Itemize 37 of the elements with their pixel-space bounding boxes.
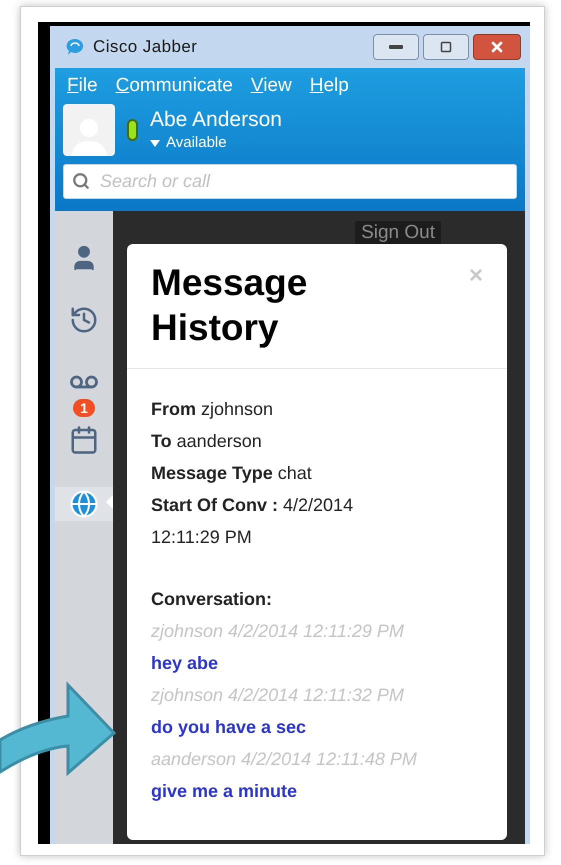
status-dropdown[interactable]: Available [150,133,282,153]
message-meta: aanderson 4/2/2014 12:11:48 PM [151,748,418,771]
menu-item[interactable]: Help [310,74,349,98]
chat-bubble-logo-icon [65,37,85,57]
message-text: do you have a sec [151,716,308,739]
menu-item[interactable]: File [67,74,98,98]
history-icon [69,305,99,335]
menu-item[interactable]: Communicate [116,74,233,98]
close-icon [489,39,505,55]
close-button[interactable] [473,34,521,60]
window-title: Cisco Jabber [93,36,198,58]
user-name: Abe Anderson [150,107,282,133]
message-detail: To aanderson [151,430,263,453]
minimize-icon [389,45,403,49]
message-detail: From zjohnson [151,398,274,421]
globe-icon [69,489,99,519]
sign-out-button[interactable]: Sign Out [355,221,441,244]
menu-item[interactable]: View [250,74,292,98]
dialog-title: Message History [151,261,308,350]
conversation-label: Conversation: [151,588,274,611]
sidebar-tab[interactable]: 1 [55,365,113,419]
close-button[interactable]: × [468,264,483,288]
message-text: hey abe [151,652,220,675]
message-text: give me a minute [151,780,298,803]
message-meta: zjohnson 4/2/2014 12:11:29 PM [151,620,405,643]
dropdown-arrow-icon [150,140,160,146]
minimize-button[interactable] [373,34,419,60]
notification-badge: 1 [73,399,95,417]
message-meta: zjohnson 4/2/2014 12:11:32 PM [151,684,405,707]
message-detail: Message Type chat [151,462,313,485]
search-field[interactable]: Search or call [63,164,517,199]
search-icon [72,172,90,190]
maximize-icon [440,41,452,53]
maximize-button[interactable] [423,34,469,60]
calendar-icon [69,425,99,455]
message-detail: Start Of Conv : 4/2/2014 12:11:29 PM [151,494,354,549]
sidebar-tab[interactable] [55,487,113,521]
